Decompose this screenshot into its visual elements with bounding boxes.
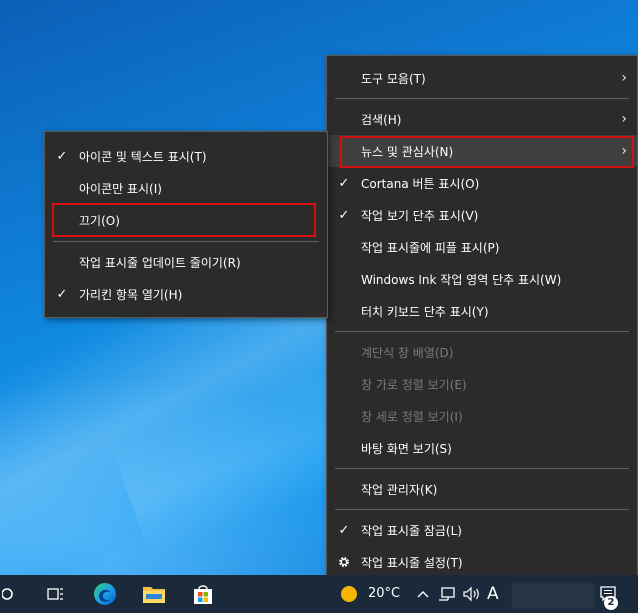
checkmark-icon: ✓	[338, 207, 350, 223]
menu-item-label: 창 세로 정렬 보기(I)	[361, 409, 463, 424]
highlight-box-turn-off	[52, 203, 316, 237]
menu-item-label: 작업 표시줄 잠금(L)	[361, 523, 462, 538]
clock-area[interactable]	[512, 583, 594, 609]
menu-item-label: 터치 키보드 단추 표시(Y)	[361, 304, 489, 319]
menu-item-label: Windows Ink 작업 영역 단추 표시(W)	[361, 272, 562, 287]
menu-item-search[interactable]: 검색(H) ›	[327, 103, 637, 135]
menu-item-show-windows-ink[interactable]: Windows Ink 작업 영역 단추 표시(W)	[327, 263, 637, 295]
submenu-item-icon-and-text[interactable]: ✓ 아이콘 및 텍스트 표시(T)	[45, 140, 327, 172]
menu-item-show-cortana-button[interactable]: ✓ Cortana 버튼 표시(O)	[327, 167, 637, 199]
menu-item-label: 가리킨 항목 열기(H)	[79, 287, 183, 302]
menu-item-label: Cortana 버튼 표시(O)	[361, 176, 480, 191]
menu-separator	[335, 468, 629, 469]
checkmark-icon: ✓	[56, 148, 68, 164]
news-interests-submenu: ✓ 아이콘 및 텍스트 표시(T) 아이콘만 표시(I) 끄기(O) 작업 표시…	[44, 131, 328, 318]
menu-separator	[335, 509, 629, 510]
network-icon[interactable]	[436, 575, 458, 613]
volume-icon[interactable]	[460, 575, 484, 613]
taskbar-context-menu: 도구 모음(T) › 검색(H) › 뉴스 및 관심사(N) › ✓ Corta…	[326, 55, 638, 586]
menu-item-label: 작업 표시줄 업데이트 줄이기(R)	[79, 255, 241, 270]
menu-item-taskbar-settings[interactable]: 작업 표시줄 설정(T)	[327, 546, 637, 578]
chevron-right-icon: ›	[621, 70, 627, 86]
menu-item-label: 창 가로 정렬 보기(E)	[361, 377, 467, 392]
menu-item-show-people[interactable]: 작업 표시줄에 피플 표시(P)	[327, 231, 637, 263]
checkmark-icon: ✓	[338, 522, 350, 538]
menu-item-label: 작업 표시줄에 피플 표시(P)	[361, 240, 500, 255]
menu-item-lock-taskbar[interactable]: ✓ 작업 표시줄 잠금(L)	[327, 514, 637, 546]
submenu-item-reduce-updates[interactable]: 작업 표시줄 업데이트 줄이기(R)	[45, 246, 327, 278]
menu-item-label: 검색(H)	[361, 112, 402, 127]
submenu-item-open-on-hover[interactable]: ✓ 가리킨 항목 열기(H)	[45, 278, 327, 310]
menu-item-side-by-side-windows: 창 세로 정렬 보기(I)	[327, 400, 637, 432]
menu-item-show-task-view-button[interactable]: ✓ 작업 보기 단추 표시(V)	[327, 199, 637, 231]
menu-item-label: 작업 관리자(K)	[361, 482, 438, 497]
edge-icon[interactable]	[90, 575, 120, 613]
menu-item-cascade-windows: 계단식 창 배열(D)	[327, 336, 637, 368]
store-icon[interactable]	[188, 575, 218, 613]
menu-item-label: 작업 표시줄 설정(T)	[361, 555, 463, 570]
menu-separator	[335, 331, 629, 332]
checkmark-icon: ✓	[56, 286, 68, 302]
menu-separator	[53, 241, 319, 242]
menu-item-show-desktop[interactable]: 바탕 화면 보기(S)	[327, 432, 637, 464]
weather-temperature[interactable]: 20°C	[368, 575, 400, 613]
menu-item-stack-windows: 창 가로 정렬 보기(E)	[327, 368, 637, 400]
menu-item-task-manager[interactable]: 작업 관리자(K)	[327, 473, 637, 505]
menu-item-toolbars[interactable]: 도구 모음(T) ›	[327, 62, 637, 94]
file-explorer-icon[interactable]	[139, 575, 169, 613]
notification-count-badge: 2	[604, 596, 618, 610]
menu-item-label: 작업 보기 단추 표시(V)	[361, 208, 479, 223]
menu-separator	[335, 98, 629, 99]
sun-weather-icon[interactable]	[337, 575, 361, 613]
chevron-up-icon[interactable]	[414, 575, 432, 613]
search-circle-icon[interactable]	[0, 575, 18, 613]
menu-item-label: 아이콘 및 텍스트 표시(T)	[79, 149, 207, 164]
menu-item-label: 바탕 화면 보기(S)	[361, 441, 452, 456]
menu-item-show-touch-keyboard[interactable]: 터치 키보드 단추 표시(Y)	[327, 295, 637, 327]
chevron-right-icon: ›	[621, 111, 627, 127]
menu-item-label: 아이콘만 표시(I)	[79, 181, 162, 196]
gear-icon	[339, 557, 349, 567]
submenu-item-icon-only[interactable]: 아이콘만 표시(I)	[45, 172, 327, 204]
taskbar: 20°C A 2	[0, 575, 638, 613]
input-method-indicator[interactable]: A	[487, 575, 499, 613]
menu-item-label: 계단식 창 배열(D)	[361, 345, 454, 360]
menu-item-label: 도구 모음(T)	[361, 71, 426, 86]
checkmark-icon: ✓	[338, 175, 350, 191]
task-view-icon[interactable]	[40, 575, 70, 613]
highlight-box-news	[340, 136, 634, 168]
